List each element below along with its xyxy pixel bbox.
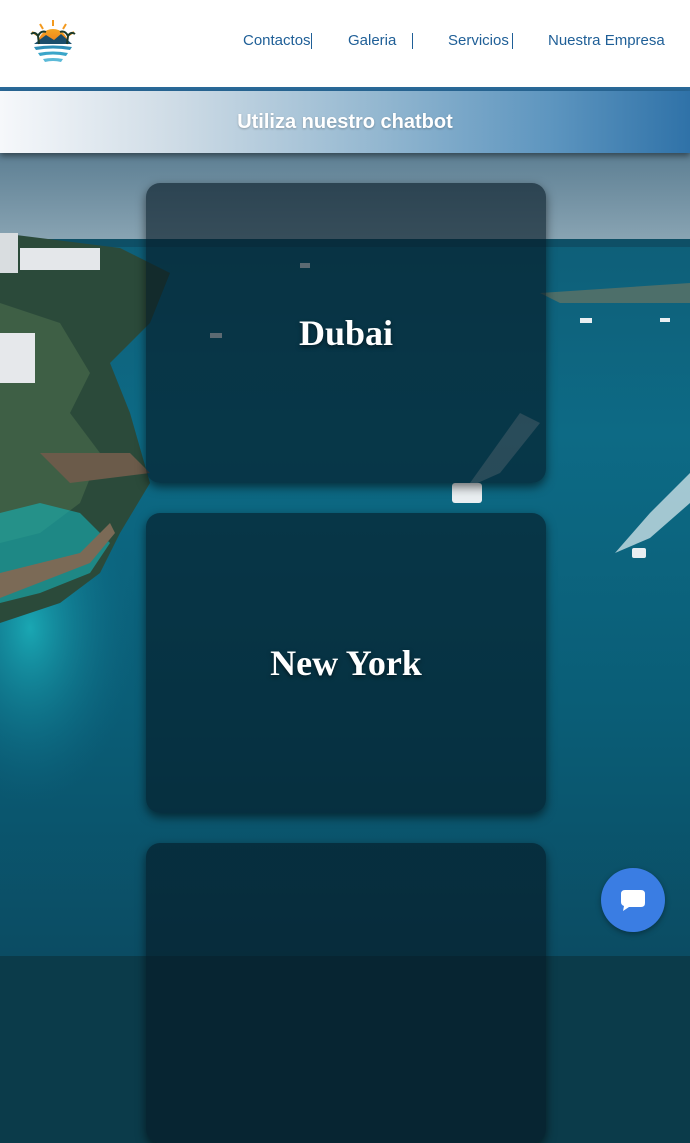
destination-card-dubai[interactable]: Dubai bbox=[146, 183, 546, 483]
destination-title: Dubai bbox=[298, 313, 394, 353]
chatbot-banner-label: Utiliza nuestro chatbot bbox=[237, 110, 453, 133]
chat-bubble-icon bbox=[621, 890, 645, 911]
destination-card-new-york[interactable]: New York bbox=[146, 513, 546, 813]
top-navigation-bar: Contactos Galeria Servicios Nuestra Empr… bbox=[0, 0, 690, 91]
nav-divider bbox=[412, 33, 413, 49]
nav-link-servicios[interactable]: Servicios bbox=[448, 30, 509, 52]
chat-button[interactable] bbox=[601, 868, 665, 932]
chatbot-banner[interactable]: Utiliza nuestro chatbot bbox=[0, 91, 690, 153]
nav-divider bbox=[311, 33, 312, 49]
destination-title: New York bbox=[270, 643, 422, 683]
destination-card[interactable] bbox=[146, 843, 546, 1143]
nav-link-nuestra-empresa[interactable]: Nuestra Empresa bbox=[548, 30, 665, 52]
main-nav: Contactos Galeria Servicios Nuestra Empr… bbox=[0, 30, 690, 52]
nav-link-contactos[interactable]: Contactos bbox=[243, 30, 311, 52]
nav-link-galeria[interactable]: Galeria bbox=[348, 30, 396, 52]
nav-divider bbox=[512, 33, 513, 49]
